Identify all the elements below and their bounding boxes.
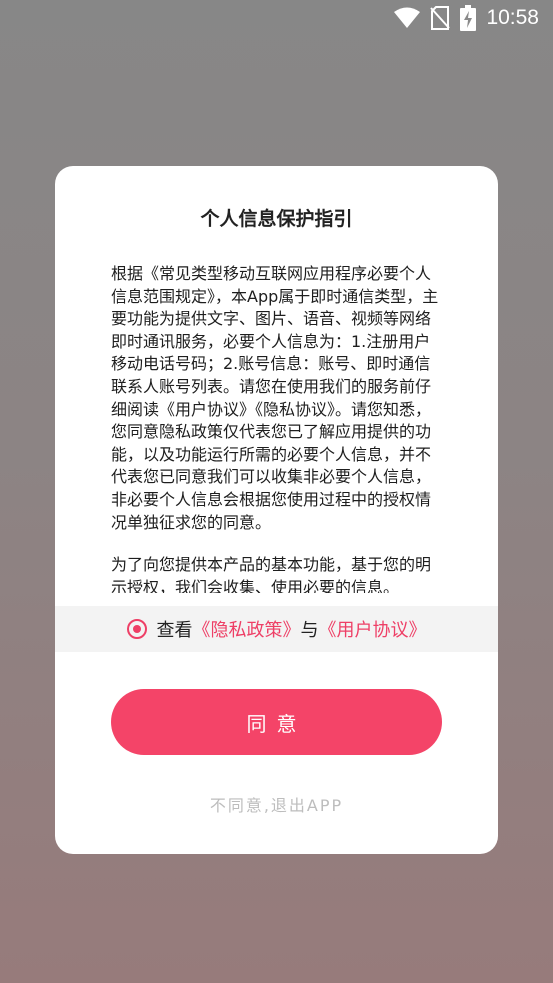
user-agreement-link[interactable]: 《用户协议》 [319,616,427,642]
policy-paragraph: 根据《常见类型移动互联网应用程序必要个人信息范围规定》，本App属于即时通信类型… [111,264,439,532]
privacy-dialog: 个人信息保护指引 根据《常见类型移动互联网应用程序必要个人信息范围规定》，本Ap… [55,166,498,854]
battery-charging-icon [460,5,477,31]
disagree-exit-button[interactable]: 不同意,退出APP [55,792,498,816]
consent-radio[interactable] [126,619,147,639]
consent-row: 查看 《隐私政策》 与 《用户协议》 [55,606,498,652]
consent-connector: 与 [300,620,319,641]
radio-checked-dot [132,625,141,633]
policy-paragraph: 为了向您提供本产品的基本功能，基于您的明示授权，我们会收集、使用必要的信息。 [111,555,432,593]
wifi-icon [394,7,421,29]
status-bar: 10:58 [0,0,553,36]
consent-prefix: 查看 [156,620,193,641]
privacy-policy-link[interactable]: 《隐私政策》 [193,616,301,642]
no-sim-icon [430,6,451,30]
policy-text-scroll[interactable]: 根据《常见类型移动互联网应用程序必要个人信息范围规定》，本App属于即时通信类型… [111,263,443,593]
agree-button[interactable]: 同意 [111,689,442,755]
status-time: 10:58 [486,6,539,29]
dialog-title: 个人信息保护指引 [200,208,353,230]
